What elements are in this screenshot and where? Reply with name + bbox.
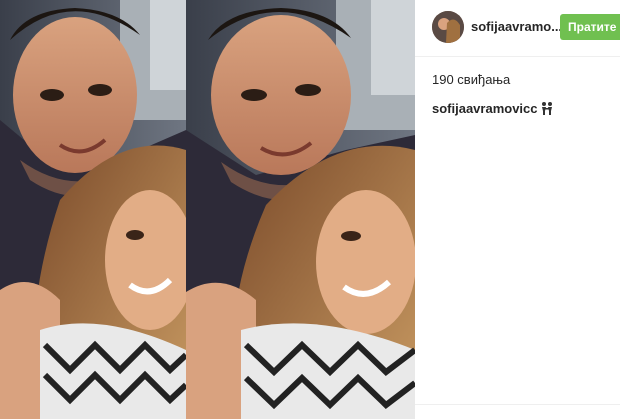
photo-panel-right: [186, 0, 415, 419]
photo-panel-left: [0, 0, 186, 419]
post-caption: sofijaavramovicc: [432, 101, 554, 118]
post-author-username[interactable]: sofijaavramo...: [471, 19, 562, 34]
profile-avatar[interactable]: [432, 11, 464, 43]
post-sidebar: sofijaavramo... Пратите 190 свиђања sofi…: [415, 0, 620, 419]
follow-button[interactable]: Пратите: [560, 14, 620, 40]
post-header: sofijaavramo... Пратите: [415, 0, 620, 57]
selfie-image-right: [186, 0, 415, 419]
couple-holding-hands-icon: [540, 101, 554, 118]
avatar-icon: [432, 11, 464, 43]
likes-count[interactable]: 190 свиђања: [432, 72, 510, 87]
post-photo[interactable]: [0, 0, 415, 419]
selfie-image-left: [0, 0, 186, 419]
caption-author[interactable]: sofijaavramovicc: [432, 101, 538, 116]
sidebar-divider: [415, 404, 620, 405]
